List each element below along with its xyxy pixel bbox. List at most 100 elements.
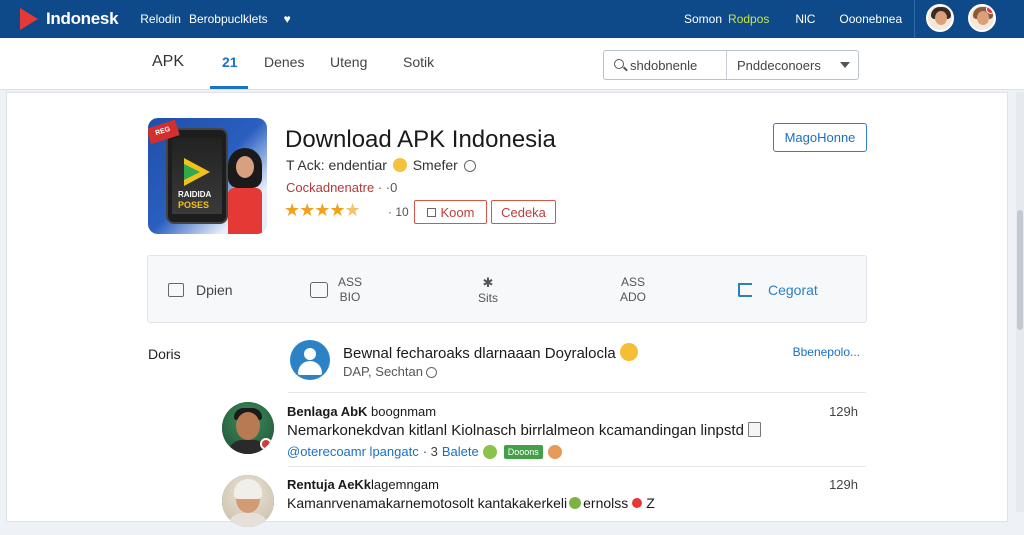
- cedeka-label: Cedeka: [501, 204, 546, 220]
- half-star-icon: ★: [344, 200, 361, 220]
- comment-icon: [310, 282, 328, 298]
- divider: [288, 466, 866, 467]
- stat-settings[interactable]: ✱ Sits: [478, 256, 498, 324]
- primary-action-label: MagoHonne: [784, 130, 856, 145]
- top-nav: Relodin Berobpuclklets ♥: [140, 12, 291, 26]
- search-bar: shdobnenle Pnddeconoers: [603, 50, 859, 80]
- app-icon: RAIDIDA POSES REG: [148, 118, 267, 234]
- app-developer: T Ack: endentiar Smefer: [286, 157, 476, 173]
- emoji-icon: [547, 444, 562, 459]
- scrollbar-thumb[interactable]: [1017, 210, 1023, 330]
- post-more-link[interactable]: Bbenepolo...: [793, 345, 860, 359]
- stat-share-label: Cegorat: [768, 282, 818, 298]
- comment-tag-badge: Dooons: [503, 444, 543, 459]
- feed-post[interactable]: Bewnal fecharoaks dlarnaaan Doyralocla D…: [290, 340, 866, 390]
- comment-text-content: Nemarkonekdvan kitlanl Kiolnasch birrlal…: [287, 422, 744, 439]
- stat-size: ASS ADO: [620, 256, 646, 324]
- comment-text-tail: ernolss: [583, 495, 629, 511]
- commenter-avatar[interactable]: [222, 475, 274, 527]
- commenter-name-text: Benlaga AbK: [287, 404, 368, 419]
- stats-strip: Dpien ASS BIO ✱ Sits ASS ADO Cegorat: [147, 255, 867, 323]
- section-label: Doris: [148, 346, 181, 362]
- search-category-dropdown[interactable]: Pnddeconoers: [727, 58, 858, 73]
- commenter-handle: lagemngam: [371, 477, 439, 492]
- comment-item[interactable]: Rentuja AeKklagemngam Kamanrvenamakarnem…: [222, 475, 866, 535]
- tab-denes[interactable]: Denes: [264, 54, 304, 70]
- app-category: Cockadnenatre · ·0: [286, 180, 397, 195]
- stat-size-bottom: ADO: [620, 290, 647, 304]
- window-icon: [168, 283, 184, 297]
- emoji-icon: [632, 498, 643, 508]
- notification-badge: [986, 6, 994, 14]
- top-divider: [914, 0, 915, 38]
- brand-logo[interactable]: Indonesk: [20, 8, 119, 30]
- top-nav-link-2[interactable]: Berobpuclklets: [189, 12, 268, 26]
- divider: [288, 392, 866, 393]
- comment-meta-label[interactable]: Balete: [442, 444, 479, 459]
- search-icon: [614, 59, 624, 69]
- developer-name[interactable]: T Ack: endentiar: [286, 157, 387, 173]
- stat-size-top: ASS: [621, 275, 646, 289]
- comment-meta: @oterecoamr lpangatc · 3 Balete Dooons: [287, 444, 562, 459]
- rating-count: · 10: [388, 205, 409, 219]
- cedeka-button[interactable]: Cedeka: [491, 200, 556, 224]
- commenter-handle: boognmam: [371, 404, 437, 419]
- full-stars-icon: ★★★★: [284, 200, 346, 220]
- dropdown-value: Pnddeconoers: [737, 57, 821, 73]
- user-avatar[interactable]: [926, 4, 954, 32]
- comment-text: Kamanrvenamakarnemotosolt kantakakerkeli…: [287, 495, 655, 511]
- star-rating: ★★★★★: [284, 200, 361, 221]
- tab-apk[interactable]: APK: [152, 53, 184, 71]
- top-nav-link-1[interactable]: Relodin: [140, 12, 181, 26]
- globe-icon: [425, 367, 437, 378]
- category-label[interactable]: Cockadnenatre ·: [286, 180, 382, 195]
- share-icon: [738, 283, 752, 297]
- primary-action-button[interactable]: MagoHonne: [773, 123, 867, 152]
- stat-comments-bottom: BIO: [339, 290, 361, 304]
- commenter-avatar[interactable]: [222, 402, 274, 454]
- koom-button[interactable]: Koom: [414, 200, 487, 224]
- tab-uteng[interactable]: Uteng: [330, 54, 367, 70]
- comment-text-end: Z: [646, 495, 655, 511]
- tab-bar: APK 21 Denes Uteng Sotik shdobnenle Pndd…: [0, 38, 1024, 90]
- commenter-name: Benlaga AbK boognmam: [287, 404, 436, 419]
- heart-icon[interactable]: ♥: [284, 12, 291, 26]
- play-logo-icon: [20, 8, 38, 30]
- top-link-somon[interactable]: Somon: [684, 12, 722, 26]
- post-title-text: Bewnal fecharoaks dlarnaaan Doyralocla: [343, 345, 616, 362]
- icon-text-2: POSES: [178, 200, 210, 210]
- stat-share[interactable]: Cegorat: [738, 256, 818, 324]
- active-tab-indicator: [210, 86, 248, 89]
- person-illustration: [228, 148, 262, 234]
- tab-active[interactable]: 21: [222, 54, 238, 70]
- globe-icon: [463, 160, 476, 172]
- top-bar: Indonesk Relodin Berobpuclklets ♥ Somon …: [0, 0, 1024, 38]
- brand-name: Indonesk: [46, 9, 119, 28]
- comment-timestamp: 129h: [829, 477, 858, 492]
- smile-emoji-icon: [392, 158, 407, 172]
- icon-text-1: RAIDIDA: [178, 190, 212, 199]
- commenter-name: Rentuja AeKklagemngam: [287, 477, 439, 492]
- stat-open-label: Dpien: [196, 282, 233, 298]
- search-input[interactable]: shdobnenle: [604, 51, 727, 79]
- comment-timestamp: 129h: [829, 404, 858, 419]
- developer-suffix: Smefer: [412, 157, 458, 173]
- category-count: ·0: [385, 180, 398, 195]
- comment-item[interactable]: Benlaga AbK boognmam Nemarkonekdvan kitl…: [222, 402, 866, 462]
- tab-sotik[interactable]: Sotik: [403, 54, 434, 70]
- gear-icon: ✱: [482, 274, 494, 290]
- comment-text-content: Kamanrvenamakarnemotosolt kantakakerkeli: [287, 495, 568, 511]
- top-link-account[interactable]: Ooonebnea: [839, 12, 902, 26]
- emoji-icon: [619, 343, 638, 361]
- comment-meta-link[interactable]: @oterecoamr lpangatc: [287, 444, 419, 459]
- top-link-rodpos[interactable]: Rodpos: [728, 12, 769, 26]
- user-avatar-icon: [290, 340, 330, 380]
- stat-comments[interactable]: ASS BIO: [310, 256, 362, 324]
- notification-avatar[interactable]: [968, 4, 996, 32]
- comment-meta-count: · 3: [422, 444, 438, 459]
- post-subtitle-text: DAP, Sechtan: [343, 364, 423, 379]
- emoji-icon: [482, 444, 497, 459]
- stat-open[interactable]: Dpien: [168, 256, 233, 324]
- top-link-nlc[interactable]: NlC: [795, 12, 815, 26]
- app-title: Download APK Indonesia: [285, 126, 556, 153]
